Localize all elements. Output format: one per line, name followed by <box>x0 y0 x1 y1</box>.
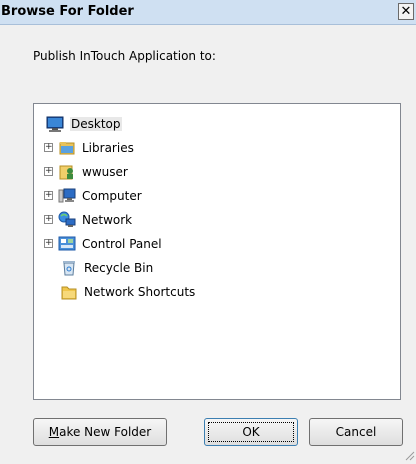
cancel-button[interactable]: Cancel <box>309 418 403 446</box>
resize-grip-icon[interactable] <box>403 449 415 461</box>
tree-item-network[interactable]: + Network <box>44 210 224 230</box>
tree-item-network-shortcuts[interactable]: Network Shortcuts <box>58 282 258 302</box>
folder-tree[interactable]: Desktop + Libraries + wwuser + Computer … <box>33 103 401 400</box>
recycle-bin-icon <box>60 259 78 277</box>
tree-item-label: Network <box>82 213 133 227</box>
tree-item-label: Control Panel <box>82 237 162 251</box>
ok-button[interactable]: OK <box>204 418 298 446</box>
tree-item-computer[interactable]: + Computer <box>44 186 224 206</box>
tree-item-wwuser[interactable]: + wwuser <box>44 162 224 182</box>
expand-icon[interactable]: + <box>44 215 53 224</box>
libraries-icon <box>58 139 76 157</box>
folder-icon <box>60 283 78 301</box>
expand-icon[interactable]: + <box>44 239 53 248</box>
tree-item-label: Recycle Bin <box>84 261 154 275</box>
expand-icon[interactable]: + <box>44 191 53 200</box>
tree-item-control-panel[interactable]: + Control Panel <box>44 234 224 254</box>
title-bar: Browse For Folder ✕ <box>0 0 416 25</box>
accelerator-key: M <box>48 425 60 439</box>
window-title: Browse For Folder <box>1 4 134 19</box>
prompt-text: Publish InTouch Application to: <box>33 49 216 63</box>
tree-item-label: Libraries <box>82 141 134 155</box>
tree-item-desktop[interactable]: Desktop <box>46 114 226 134</box>
desktop-icon <box>46 115 64 133</box>
tree-item-recycle-bin[interactable]: Recycle Bin <box>58 258 238 278</box>
tree-item-libraries[interactable]: + Libraries <box>44 138 224 158</box>
tree-item-label: Computer <box>82 189 142 203</box>
make-new-folder-button[interactable]: Make New Folder <box>33 418 167 446</box>
close-button[interactable]: ✕ <box>398 3 414 20</box>
network-icon <box>58 211 76 229</box>
button-label: Cancel <box>335 425 377 439</box>
computer-icon <box>58 187 76 205</box>
close-icon: ✕ <box>400 4 412 19</box>
expand-icon[interactable]: + <box>44 143 53 152</box>
user-folder-icon <box>58 163 76 181</box>
expand-icon[interactable]: + <box>44 167 53 176</box>
button-label: ake New Folder <box>59 425 152 439</box>
tree-item-label: Desktop <box>70 117 122 131</box>
tree-item-label: Network Shortcuts <box>84 285 196 299</box>
tree-item-label: wwuser <box>82 165 128 179</box>
control-panel-icon <box>58 235 76 253</box>
button-label: OK <box>208 422 294 442</box>
